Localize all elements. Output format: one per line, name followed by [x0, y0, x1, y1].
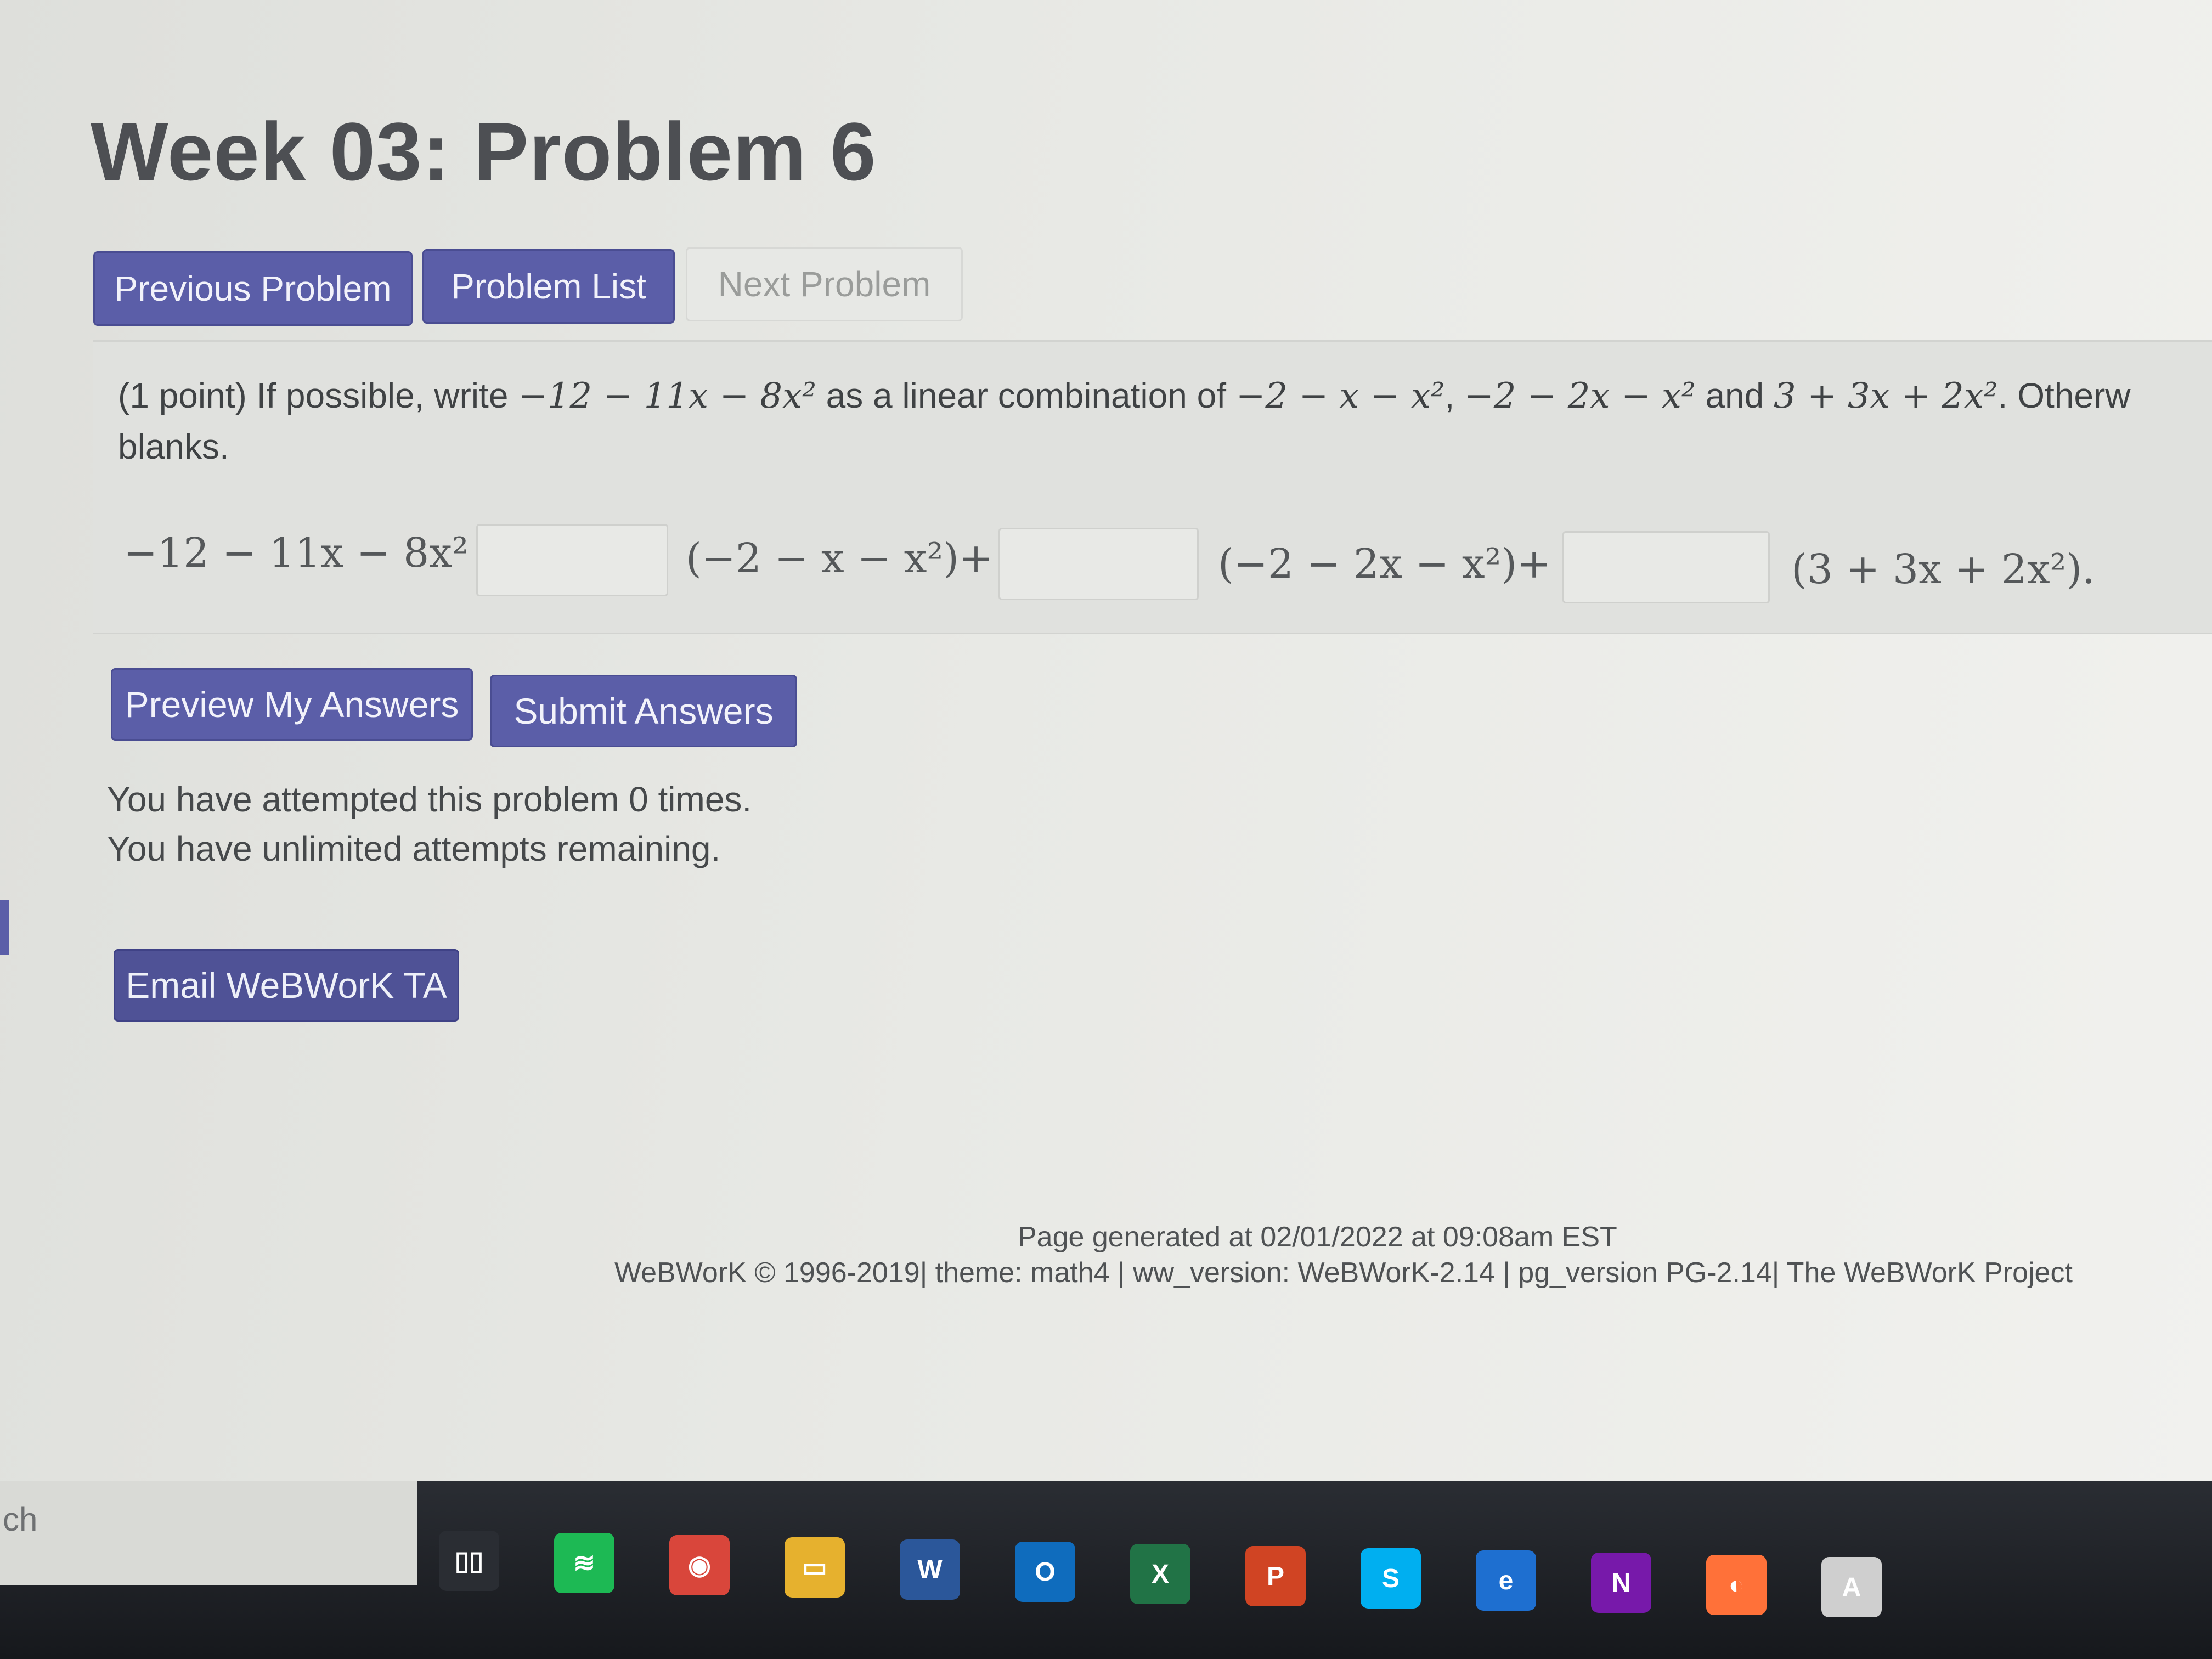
spotify-icon[interactable]: ≋ — [554, 1533, 614, 1593]
basis-polynomial-2: −2 − 2x − x² — [1464, 376, 1696, 416]
acrobat-icon[interactable]: A — [1821, 1557, 1882, 1617]
skype-icon[interactable]: S — [1361, 1548, 1421, 1609]
problem-mid-text: as a linear combination of — [826, 376, 1226, 415]
problem-statement: (1 point) If possible, write −12 − 11x −… — [118, 376, 2131, 466]
file-explorer-icon[interactable]: ▭ — [785, 1537, 845, 1598]
problem-list-button[interactable]: Problem List — [422, 249, 675, 324]
page-title: Week 03: Problem 6 — [91, 105, 877, 198]
left-edge-marker — [0, 900, 9, 955]
problem-points: (1 point) — [118, 376, 247, 415]
chrome-icon[interactable]: ◉ — [669, 1535, 730, 1595]
taskbar-search-box[interactable]: ch — [0, 1481, 417, 1585]
basis-polynomial-1: −2 − x − x² — [1235, 376, 1445, 416]
problem-line2: blanks. — [118, 427, 229, 466]
onenote-icon[interactable]: N — [1591, 1553, 1651, 1613]
attempts-remaining-text: You have unlimited attempts remaining. — [107, 829, 721, 868]
answer-input-1[interactable] — [476, 524, 668, 596]
answer-input-2[interactable] — [998, 528, 1199, 600]
problem-and-text: and — [1705, 376, 1764, 415]
edge-icon[interactable]: e — [1476, 1550, 1536, 1611]
previous-problem-button[interactable]: Previous Problem — [93, 251, 413, 326]
target-polynomial: −12 − 11x − 8x² — [518, 376, 816, 416]
equation-term-3: (3 + 3x + 2x²). — [1791, 546, 2095, 593]
submit-answers-button[interactable]: Submit Answers — [490, 675, 797, 747]
word-icon[interactable]: W — [900, 1539, 960, 1600]
firefox-icon[interactable]: ◐ — [1706, 1555, 1767, 1615]
page-generated-text: Page generated at 02/01/2022 at 09:08am … — [1018, 1221, 1617, 1253]
excel-icon[interactable]: X — [1130, 1544, 1190, 1604]
preview-answers-button[interactable]: Preview My Answers — [111, 668, 473, 741]
email-ta-button[interactable]: Email WeBWorK TA — [114, 949, 459, 1022]
outlook-icon[interactable]: O — [1015, 1542, 1075, 1602]
equation-term-2: (−2 − 2x − x²)+ — [1218, 540, 1551, 588]
problem-tail-text: . Otherw — [1997, 376, 2131, 415]
equation-term-1: (−2 − x − x²)+ — [686, 535, 994, 582]
taskbar-search-text: ch — [3, 1501, 38, 1538]
attempts-count-text: You have attempted this problem 0 times. — [107, 780, 752, 819]
task-view-icon[interactable]: ▯▯ — [439, 1531, 499, 1591]
footer-credits: WeBWorK © 1996-2019| theme: math4 | ww_v… — [614, 1257, 2073, 1289]
powerpoint-icon[interactable]: P — [1245, 1546, 1306, 1606]
answer-input-3[interactable] — [1562, 531, 1770, 603]
equation-lhs: −12 − 11x − 8x² = — [123, 529, 516, 577]
basis-polynomial-3: 3 + 3x + 2x² — [1774, 376, 1998, 416]
problem-intro: If possible, write — [256, 376, 509, 415]
next-problem-button[interactable]: Next Problem — [686, 247, 963, 321]
